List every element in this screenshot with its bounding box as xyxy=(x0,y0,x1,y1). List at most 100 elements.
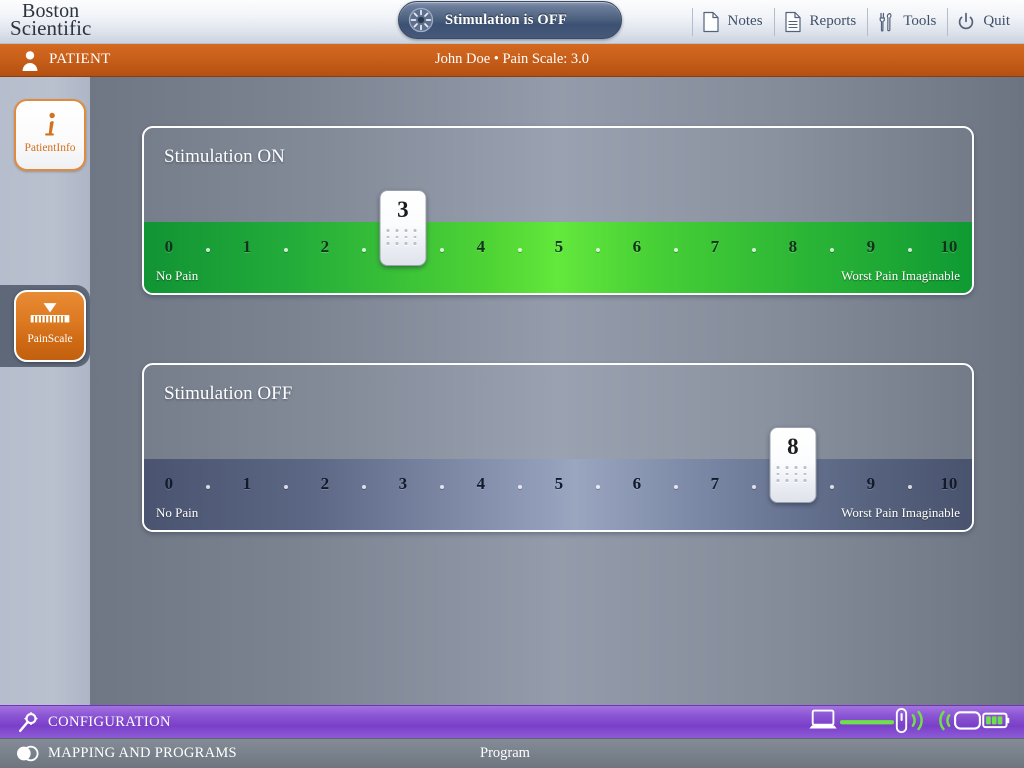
gear-wand-icon xyxy=(18,712,39,733)
scale-tick-minor xyxy=(907,485,912,489)
scale-tick-major: 1 xyxy=(242,474,252,493)
configuration-bar[interactable]: CONFIGURATION xyxy=(0,705,1024,738)
scale-tick-minor xyxy=(829,485,834,489)
power-icon xyxy=(956,11,976,33)
scale-tick-major: 6 xyxy=(632,474,642,493)
stimulation-status-button[interactable]: Stimulation is OFF xyxy=(398,1,622,39)
scale-tick-major: 5 xyxy=(554,237,564,256)
scale-tick-minor xyxy=(829,248,834,252)
scale-tick-minor xyxy=(283,485,288,489)
menu-divider xyxy=(773,7,775,36)
battery-icon xyxy=(982,711,1010,735)
scale-min-label: No Pain xyxy=(156,268,199,283)
page-icon xyxy=(701,11,721,33)
scale-tick-major: 3 xyxy=(398,474,408,493)
scale-ticks: 012345678910 xyxy=(144,222,972,270)
scale-max-label: Worst Pain Imaginable xyxy=(841,268,960,283)
reports-label: Reports xyxy=(809,13,857,29)
tools-label: Tools xyxy=(903,13,937,29)
scale-tick-minor xyxy=(361,485,366,489)
panel-title: Stimulation OFF xyxy=(164,383,293,404)
scale-tick-minor xyxy=(517,248,522,252)
patient-summary: John Doe • Pain Scale: 3.0 xyxy=(434,51,590,67)
scale-tick-major: 9 xyxy=(866,237,876,256)
scale-tick-minor xyxy=(673,248,678,252)
sidebar-item-painscale[interactable]: PainScale xyxy=(14,290,86,362)
pain-scale-on[interactable]: 012345678910 No Pain Worst Pain Imaginab… xyxy=(144,222,972,293)
scale-tick-major: 9 xyxy=(866,474,876,493)
scale-tick-minor xyxy=(595,485,600,489)
scale-tick-minor xyxy=(439,485,444,489)
pain-scale-thumb-off[interactable]: 8 xyxy=(769,427,817,503)
grip-dots xyxy=(386,229,419,245)
scale-tick-major: 8 xyxy=(788,237,798,256)
mapping-programs-bar[interactable]: MAPPING AND PROGRAMS Program xyxy=(0,738,1024,768)
scale-tick-major: 1 xyxy=(242,237,252,256)
menu-divider xyxy=(947,7,949,36)
pain-scale-off[interactable]: 012345678910 No Pain Worst Pain Imaginab… xyxy=(144,459,972,530)
brand-logo: Boston Scientific xyxy=(8,0,238,43)
quit-button[interactable]: Quit xyxy=(949,5,1020,39)
mapping-programs-label: MAPPING AND PROGRAMS xyxy=(48,745,237,761)
stimulator-icon xyxy=(953,710,982,736)
brand-line-2: Scientific xyxy=(10,16,92,40)
scale-tick-major: 7 xyxy=(710,474,720,493)
scale-ticks: 012345678910 xyxy=(144,459,972,507)
scale-tick-minor xyxy=(595,248,600,252)
scale-tick-minor xyxy=(907,248,912,252)
signal-waves-icon xyxy=(909,708,928,738)
pain-scale-thumb-on[interactable]: 3 xyxy=(379,190,427,266)
scale-tick-minor xyxy=(439,248,444,252)
signal-waves-icon xyxy=(934,708,953,738)
stimulation-on-panel: Stimulation ON 0 1 2 3 4 5 6 7 8 9 10 No Pain Wors… xyxy=(142,126,974,295)
info-i-icon xyxy=(37,101,63,143)
scale-tick-major: 7 xyxy=(710,237,720,256)
scale-tick-minor xyxy=(205,248,210,252)
sidebar: PatientInfo PainScale xyxy=(0,77,90,705)
panel-title: Stimulation ON xyxy=(164,146,285,167)
scale-tick-minor xyxy=(751,485,756,489)
program-label: Program xyxy=(480,745,530,761)
thumb-value: 3 xyxy=(397,197,409,222)
wand-icon xyxy=(894,707,909,739)
telemetry-status xyxy=(808,707,1010,739)
laptop-icon xyxy=(808,708,840,738)
quit-label: Quit xyxy=(983,13,1010,29)
notes-button[interactable]: Notes xyxy=(694,5,773,39)
notes-label: Notes xyxy=(727,13,763,29)
document-lines-icon xyxy=(783,11,803,33)
scale-tick-major: 0 xyxy=(164,474,174,493)
reports-button[interactable]: Reports xyxy=(776,5,867,39)
scale-tick-major: 2 xyxy=(320,474,330,493)
top-toolbar: Boston Scientific Stimulation is OFF Not… xyxy=(0,0,1024,44)
application-window: Boston Scientific Stimulation is OFF Not… xyxy=(0,0,1024,768)
stimulation-status-label: Stimulation is OFF xyxy=(445,11,568,28)
starburst-icon xyxy=(408,7,434,33)
scale-tick-minor xyxy=(517,485,522,489)
sidebar-item-label: PatientInfo xyxy=(24,142,76,154)
wrench-screwdriver-icon xyxy=(876,11,896,33)
scale-tick-major: 4 xyxy=(476,237,486,256)
menu-divider xyxy=(691,7,693,36)
sidebar-item-patientinfo[interactable]: PatientInfo xyxy=(14,99,86,171)
scale-tick-major: 4 xyxy=(476,474,486,493)
main-content: Stimulation ON 012345678910 No Pain Wors… xyxy=(90,77,1024,705)
tools-button[interactable]: Tools xyxy=(869,5,946,39)
scale-tick-major: 10 xyxy=(940,474,958,493)
scale-tick-minor xyxy=(751,248,756,252)
scale-tick-major: 6 xyxy=(632,237,642,256)
toolbar-menu: Notes Reports Tools Quit xyxy=(691,0,1020,43)
scale-tick-major: 2 xyxy=(320,237,330,256)
scale-tick-minor xyxy=(673,485,678,489)
scale-tick-major: 0 xyxy=(164,237,174,256)
patient-bar: PATIENT John Doe • Pain Scale: 3.0 xyxy=(0,44,1024,77)
overlap-circles-icon xyxy=(16,745,40,762)
sidebar-item-label: PainScale xyxy=(27,333,73,345)
stimulation-off-panel: Stimulation OFF 0 1 2 3 4 5 6 7 8 9 10 No Pain Wor… xyxy=(142,363,974,532)
scale-max-label: Worst Pain Imaginable xyxy=(841,505,960,520)
scale-tick-minor xyxy=(283,248,288,252)
ruler-pointer-icon xyxy=(27,292,73,334)
scale-tick-minor xyxy=(205,485,210,489)
grip-dots xyxy=(776,466,809,482)
scale-tick-major: 5 xyxy=(554,474,564,493)
